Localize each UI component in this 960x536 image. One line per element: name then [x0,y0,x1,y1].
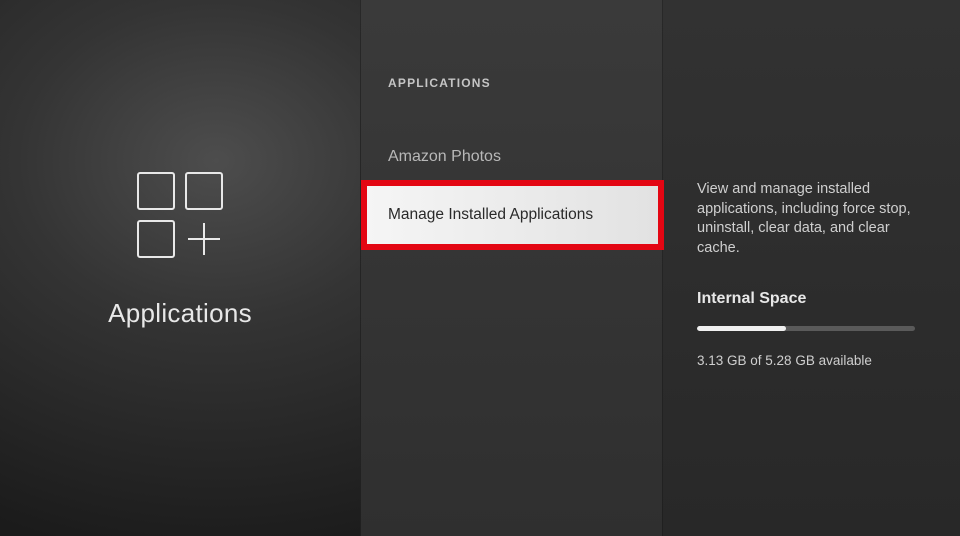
menu-item-selected-highlight: Manage Installed Applications [361,180,664,250]
storage-available-text: 3.13 GB of 5.28 GB available [697,353,930,368]
storage-progress-fill [697,326,786,331]
description-text: View and manage installed applications, … [697,180,930,258]
detail-panel: View and manage installed applications, … [663,0,960,536]
left-panel: Applications [0,0,360,536]
menu-item-manage-installed-applications[interactable]: Manage Installed Applications [367,186,658,244]
menu-item-amazon-photos[interactable]: Amazon Photos [388,148,501,166]
applications-icon [132,167,228,268]
section-heading: APPLICATIONS [388,76,491,90]
menu-panel: APPLICATIONS Amazon Photos Manage Instal… [360,0,663,536]
panel-title: Applications [108,298,252,329]
internal-space-heading: Internal Space [697,290,930,308]
storage-progress-bar [697,326,915,331]
